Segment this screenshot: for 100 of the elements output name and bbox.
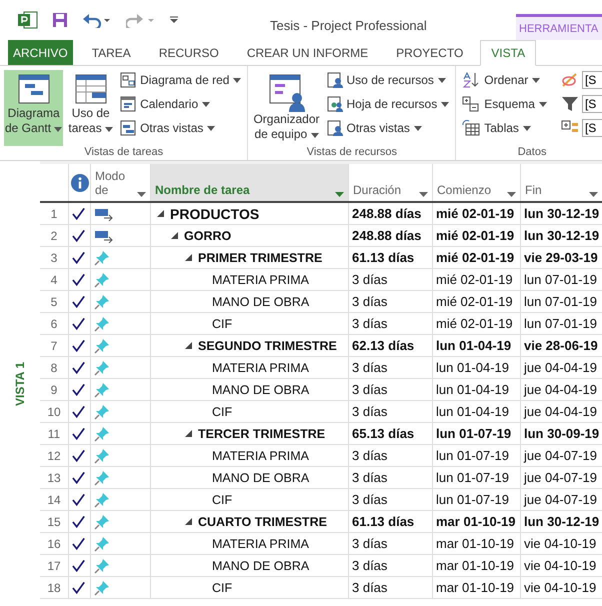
- table-icon: [462, 120, 480, 136]
- dropdown-caret-icon: [207, 126, 216, 130]
- dropdown-field[interactable]: [S: [582, 95, 602, 113]
- undo-icon[interactable]: [82, 12, 112, 28]
- start-date-cell: lun 01-07-19: [432, 423, 520, 444]
- finish-date-cell: jue 04-04-19: [520, 379, 602, 400]
- task-name: PRIMER TRIMESTRE: [198, 250, 322, 264]
- row-number: 7: [50, 338, 58, 354]
- filter-caret-icon[interactable]: [589, 192, 598, 197]
- filter-caret-icon[interactable]: [137, 192, 146, 197]
- task-name: PRODUCTOS: [170, 206, 260, 222]
- duration-cell: 3 días: [348, 533, 432, 554]
- start-date-cell: lun 01-07-19: [432, 467, 520, 488]
- ribbon-button[interactable]: Otras vistas: [324, 118, 452, 138]
- task-name: CIF: [212, 404, 232, 418]
- view-button[interactable]: Diagrama de Gantt: [4, 70, 64, 146]
- customize-toolbar-icon[interactable]: [170, 16, 178, 24]
- task-name: MANO DE OBRA: [212, 294, 310, 308]
- group-label: Vistas de tareas: [83, 146, 164, 160]
- ribbon-button[interactable]: Calendario: [118, 94, 244, 114]
- duration-cell: 3 días: [348, 489, 432, 510]
- dropdown-field[interactable]: [S: [582, 71, 602, 89]
- ribbon-tab[interactable]: VISTA: [480, 40, 536, 66]
- views-icon: [120, 120, 136, 136]
- task-name: TERCER TRIMESTRE: [198, 426, 326, 440]
- finish-date-cell: jue 04-07-19: [520, 489, 602, 510]
- start-date-cell: mié 02-01-19: [432, 203, 520, 224]
- collapse-arrow-icon[interactable]: [185, 430, 192, 437]
- task-name: MANO DE OBRA: [212, 558, 310, 572]
- row-number: 16: [46, 536, 62, 552]
- ribbon-button[interactable]: Otras vistas: [118, 118, 244, 138]
- person-sheet-icon: [326, 120, 343, 136]
- filter-caret-icon[interactable]: [507, 192, 516, 197]
- row-number: 13: [46, 470, 62, 486]
- dropdown-caret-icon: [105, 127, 114, 132]
- dropdown-field[interactable]: [S: [582, 119, 602, 137]
- task-name: CIF: [212, 580, 232, 594]
- row-number: 6: [50, 316, 58, 332]
- row-number: 5: [50, 294, 58, 310]
- finish-date-cell: jue 04-04-19: [520, 357, 602, 378]
- duration-cell: 3 días: [348, 357, 432, 378]
- start-date-cell: mié 02-01-19: [432, 225, 520, 246]
- outline-icon: [462, 96, 480, 112]
- filter-caret-icon[interactable]: [335, 192, 344, 197]
- view-button[interactable]: Uso de tareas: [67, 70, 114, 146]
- group-label: Vistas de recursos: [306, 146, 398, 160]
- dropdown-caret-icon: [310, 133, 319, 138]
- ribbon-button[interactable]: Hoja de recursos: [324, 94, 452, 114]
- view-button[interactable]: Organizador de equipo: [252, 70, 321, 146]
- ribbon-button[interactable]: Diagrama de red: [118, 70, 244, 90]
- contextual-tab-label[interactable]: HERRAMIENTA: [516, 14, 602, 40]
- task-name: MATERIA PRIMA: [212, 448, 310, 462]
- start-date-cell: mié 02-01-19: [432, 313, 520, 334]
- row-number: 15: [46, 514, 62, 530]
- task-name: MANO DE OBRA: [212, 382, 310, 396]
- row-number: 10: [46, 404, 62, 420]
- start-date-cell: mar 01-10-19: [432, 555, 520, 576]
- filter-caret-icon[interactable]: [419, 192, 428, 197]
- file-tab[interactable]: ARCHIVO: [8, 40, 73, 65]
- row-number: 3: [50, 250, 58, 266]
- collapse-arrow-icon[interactable]: [185, 342, 192, 349]
- collapse-arrow-icon[interactable]: [157, 210, 164, 217]
- duration-cell: 61.13 días: [348, 511, 432, 532]
- task-name: GORRO: [184, 228, 232, 242]
- start-date-cell: mar 01-10-19: [432, 511, 520, 532]
- row-number: 4: [50, 272, 58, 288]
- task-name: CIF: [212, 492, 232, 506]
- project-logo-icon: [18, 11, 38, 29]
- collapse-arrow-icon[interactable]: [185, 518, 192, 525]
- ribbon-button[interactable]: Esquema: [460, 94, 549, 114]
- network-diagram-icon: [120, 72, 136, 88]
- start-date-cell: mar 01-10-19: [432, 577, 520, 598]
- task-name: MATERIA PRIMA: [212, 360, 310, 374]
- dropdown-caret-icon: [233, 78, 242, 82]
- duration-cell: 3 días: [348, 291, 432, 312]
- row-number: 1: [50, 206, 58, 222]
- group-label: Datos: [516, 146, 548, 160]
- task-name: MATERIA PRIMA: [212, 536, 310, 550]
- start-date-cell: mié 02-01-19: [432, 269, 520, 290]
- person-sheet-icon: [326, 72, 343, 88]
- collapse-arrow-icon[interactable]: [185, 254, 192, 261]
- dropdown-caret-icon: [438, 78, 446, 82]
- duration-cell: 3 días: [348, 577, 432, 598]
- finish-date-cell: jue 04-07-19: [520, 467, 602, 488]
- highlight-icon: [560, 72, 579, 88]
- row-number: 9: [50, 382, 58, 398]
- save-icon[interactable]: [52, 12, 68, 28]
- calendar-icon: [120, 96, 136, 112]
- finish-date-cell: lun 30-09-19: [520, 423, 602, 444]
- finish-date-cell: vie 04-10-19: [520, 533, 602, 554]
- duration-cell: 3 días: [348, 379, 432, 400]
- duration-cell: 3 días: [348, 445, 432, 466]
- duration-cell: 3 días: [348, 555, 432, 576]
- ribbon-button[interactable]: Ordenar: [460, 70, 549, 90]
- start-date-cell: lun 01-04-19: [432, 401, 520, 422]
- ribbon-button[interactable]: Uso de recursos: [324, 70, 452, 90]
- collapse-arrow-icon[interactable]: [171, 232, 178, 239]
- ribbon-button[interactable]: Tablas: [460, 118, 549, 138]
- column-header[interactable]: Nombre de tarea: [150, 164, 348, 201]
- dropdown-caret-icon: [54, 127, 62, 132]
